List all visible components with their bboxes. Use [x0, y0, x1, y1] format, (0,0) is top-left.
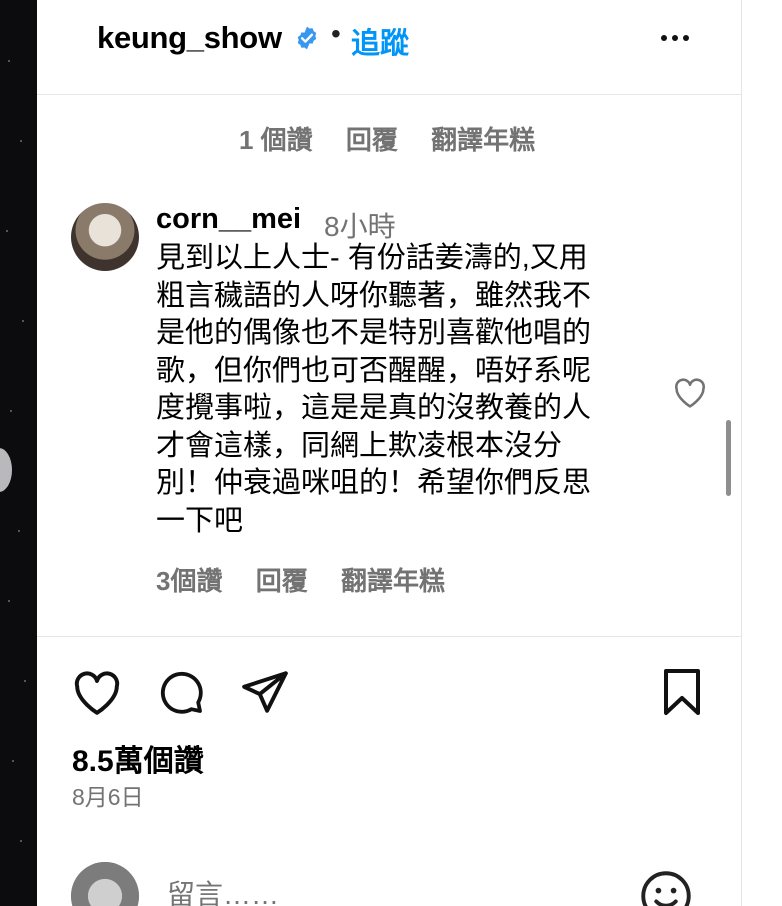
reply-button[interactable]: 回覆: [346, 125, 398, 155]
translate-button[interactable]: 翻譯年糕: [341, 566, 445, 596]
post-panel: keung_show • 追蹤 1 個讚 回覆 翻譯年糕 corn__mei 8…: [37, 0, 741, 906]
comment-line: 別！仲衰過咪咀的！希望你們反思: [156, 467, 592, 499]
header-separator: •: [331, 18, 341, 49]
comment-line: 粗言穢語的人呀你聽著，雖然我不: [156, 279, 592, 312]
avatar: [71, 862, 139, 906]
comment-line: 歌，但你們也可否醒醒，唔好系呢: [156, 354, 592, 387]
verified-badge-icon: [297, 26, 317, 50]
avatar[interactable]: [71, 203, 139, 271]
comment-input[interactable]: [165, 878, 629, 906]
translate-button[interactable]: 翻譯年糕: [431, 125, 535, 155]
comment-bubble-icon[interactable]: [157, 668, 205, 716]
comments-list[interactable]: 1 個讚 回覆 翻譯年糕 corn__mei 8小時 見到以上人士- 有份話姜濤…: [37, 95, 741, 635]
divider: [37, 636, 741, 637]
next-comment-fragment: [227, 627, 407, 635]
comment-likes-count[interactable]: 3個讚: [156, 566, 222, 596]
paper-plane-icon[interactable]: [240, 669, 290, 715]
comment-line: 度攪事啦，這是是真的沒教養的人: [156, 392, 592, 424]
comment-username[interactable]: corn__mei: [156, 203, 301, 236]
comment-likes-count[interactable]: 1 個讚: [239, 125, 313, 155]
reply-button[interactable]: 回覆: [256, 566, 308, 596]
heart-outline-icon[interactable]: [72, 670, 122, 716]
post-date: 8月6日: [72, 784, 144, 810]
clipped-text-fragment: [242, 95, 502, 97]
more-horizontal-icon[interactable]: [661, 28, 701, 46]
post-username[interactable]: keung_show: [97, 20, 282, 56]
comment-line: 見到以上人士- 有份話姜濤的,又用: [156, 242, 588, 274]
comment-line: 是他的偶像也不是特別喜歡他唱的: [156, 317, 592, 349]
comment-actions: 3個讚 回覆 翻譯年糕: [156, 561, 471, 598]
comment-cut-text: [242, 95, 502, 104]
follow-button[interactable]: 追蹤: [351, 20, 409, 62]
comment-actions: 1 個讚 回覆 翻譯年糕: [239, 120, 561, 157]
post-likes-count[interactable]: 8.5萬個讚: [72, 736, 204, 780]
background-right-edge: [742, 0, 782, 906]
comment-line: 一下吧: [156, 504, 244, 537]
post-header: keung_show • 追蹤: [37, 0, 741, 95]
emoji-smile-icon[interactable]: [640, 870, 692, 906]
heart-outline-icon[interactable]: [673, 377, 707, 409]
comment-text: 見到以上人士- 有份話姜濤的,又用 粗言穢語的人呀你聽著，雖然我不 是他的偶像也…: [156, 240, 646, 540]
comment-line: 才會這樣，同網上欺凌根本沒分: [156, 429, 563, 462]
comment-timestamp: 8小時: [324, 211, 396, 242]
bookmark-icon[interactable]: [661, 668, 703, 716]
comments-scrollbar[interactable]: [726, 420, 731, 496]
